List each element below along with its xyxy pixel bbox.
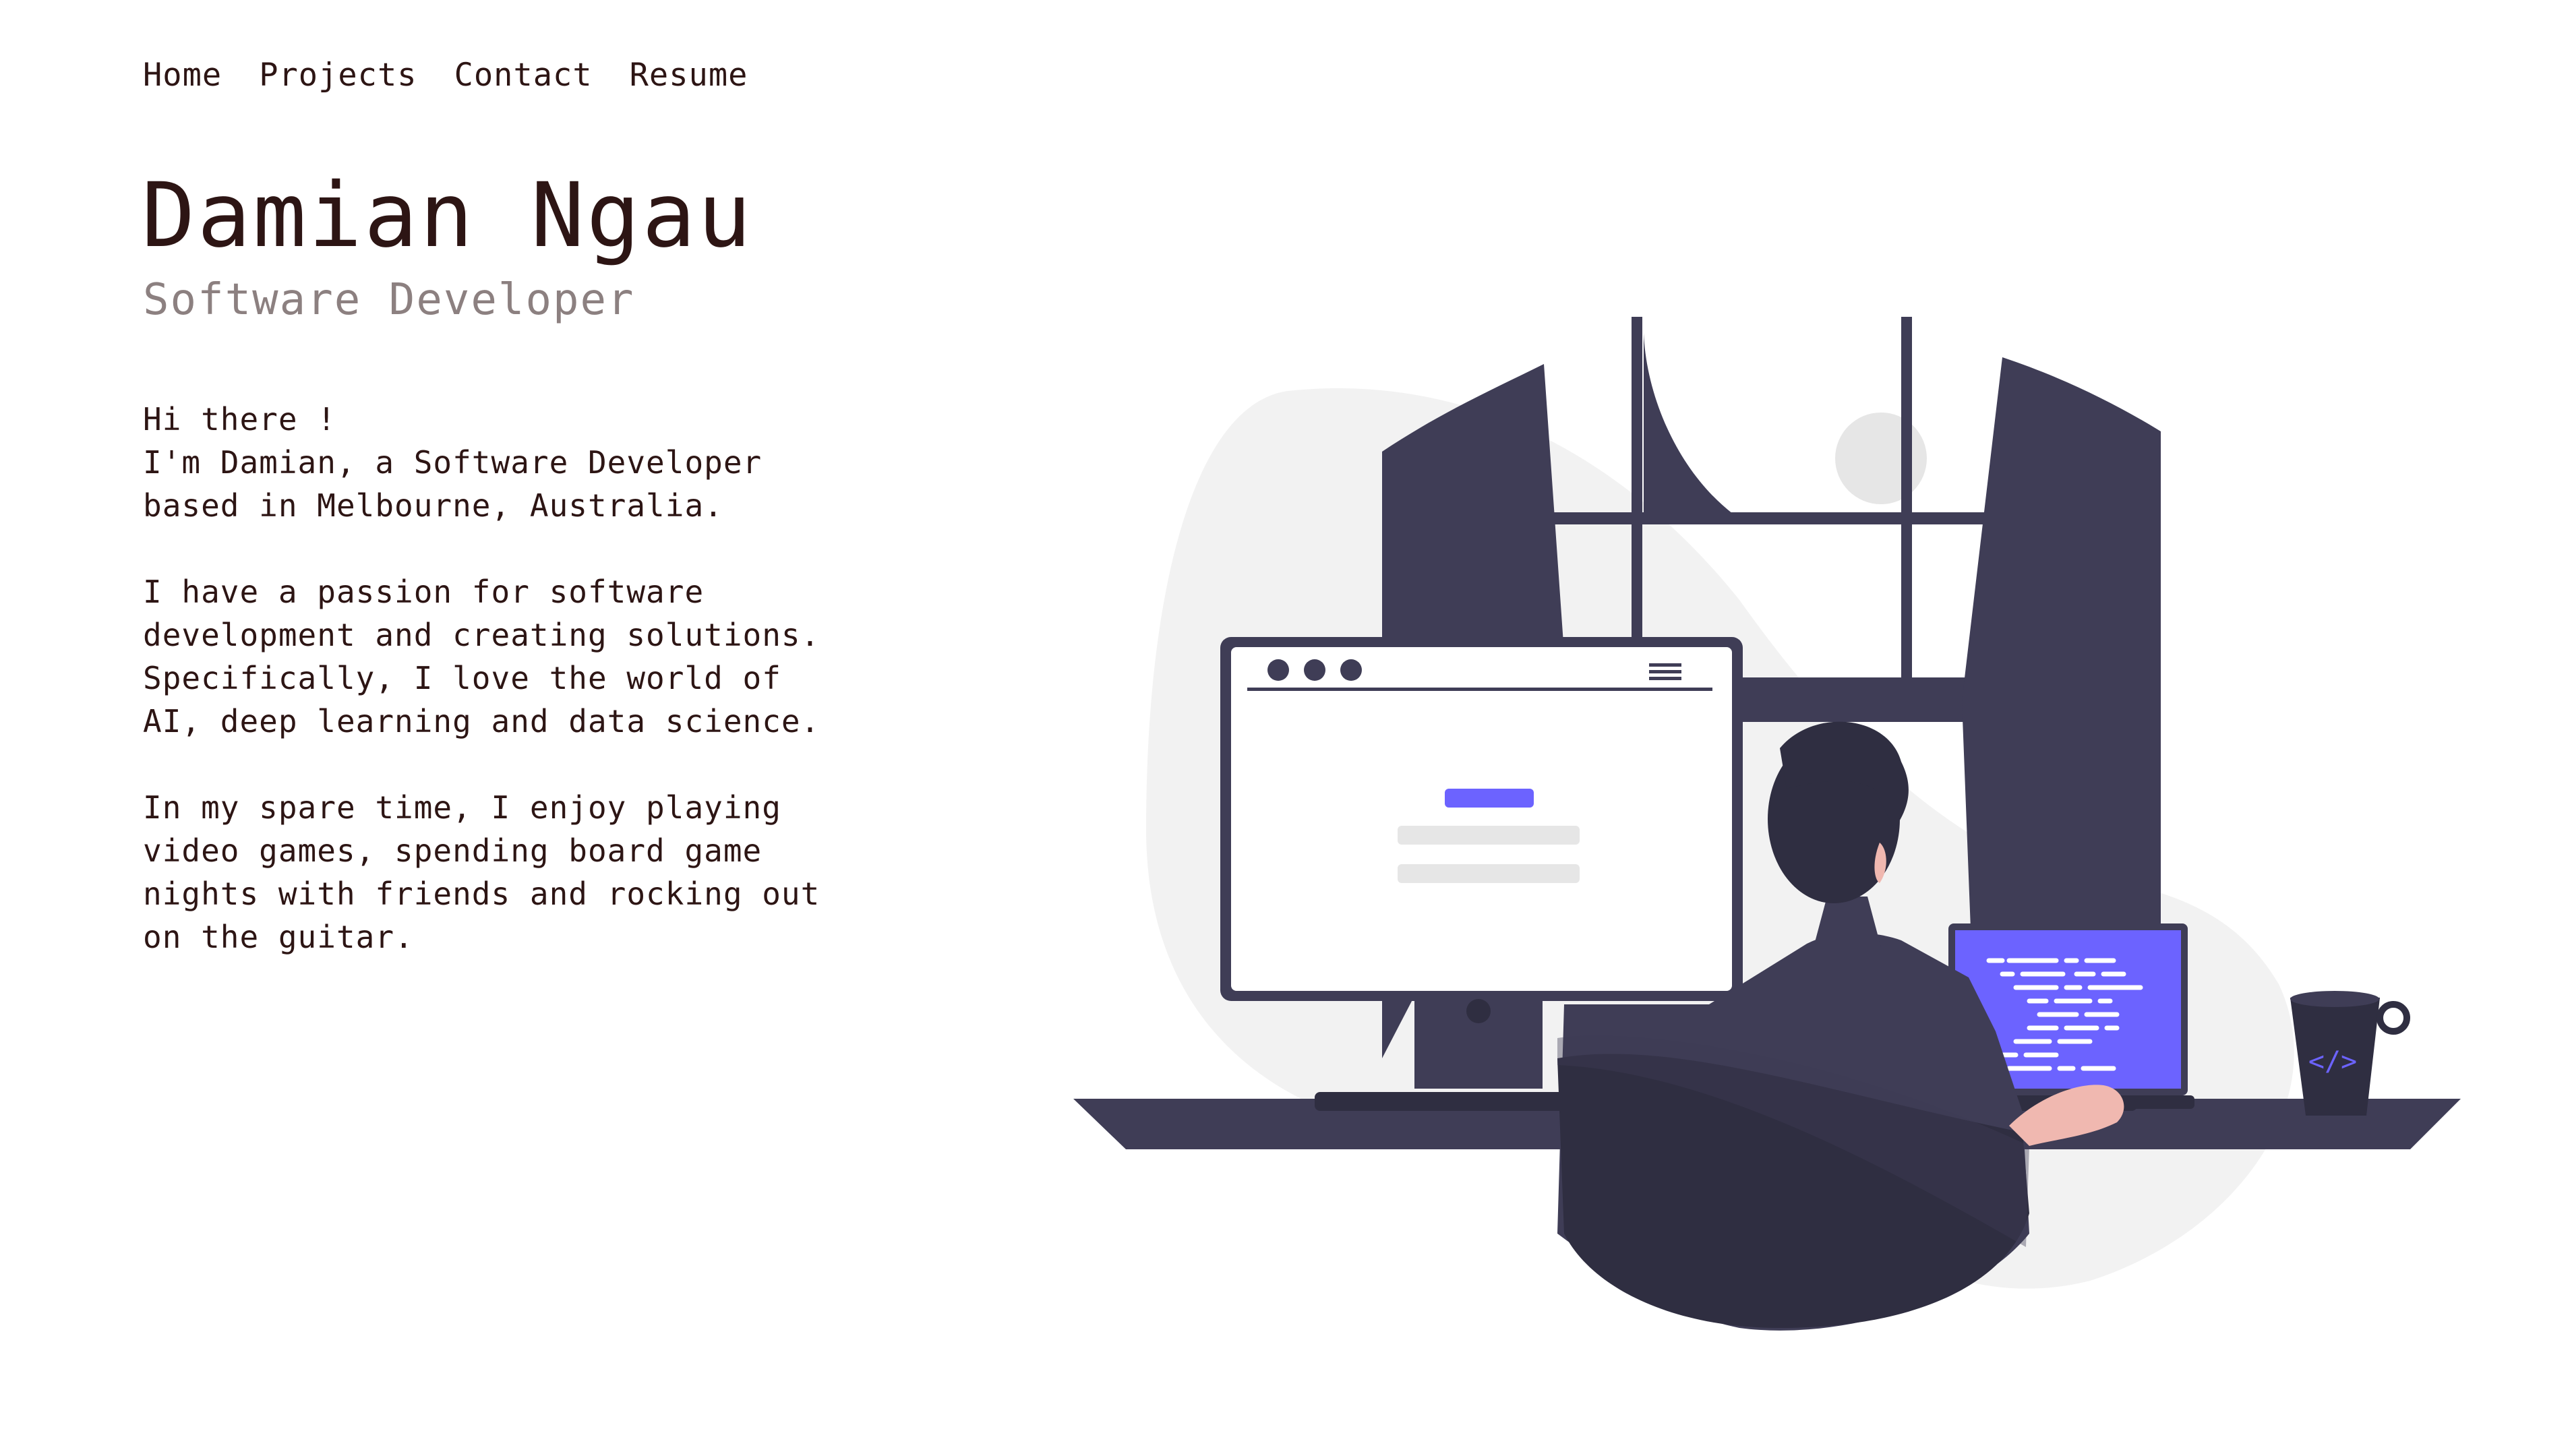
nav-contact-link[interactable]: Contact	[454, 57, 593, 94]
main-nav: Home Projects Contact Resume	[143, 57, 748, 94]
bio-section: Hi there ! I'm Damian, a Software Develo…	[143, 398, 858, 1002]
window-dot-icon	[1304, 659, 1325, 681]
bio-paragraph-passion: I have a passion for software developmen…	[143, 570, 858, 743]
bio-line: AI, deep learning and data science.	[143, 703, 820, 739]
window-dot-icon	[1340, 659, 1362, 681]
bio-paragraph-intro: Hi there ! I'm Damian, a Software Develo…	[143, 398, 858, 527]
bio-line: In my spare time, I enjoy playing	[143, 789, 781, 826]
bio-line: I'm Damian, a Software Developer	[143, 444, 763, 481]
page-title: Damian Ngau	[142, 164, 754, 268]
bio-line: Specifically, I love the world of	[143, 660, 781, 696]
code-symbol-icon: </>	[2308, 1046, 2357, 1077]
developer-at-desk-illustration: </>	[1073, 317, 2461, 1331]
bio-paragraph-hobbies: In my spare time, I enjoy playing video …	[143, 786, 858, 959]
bio-line: based in Melbourne, Australia.	[143, 487, 723, 524]
nav-home-link[interactable]: Home	[143, 57, 222, 94]
bio-line: on the guitar.	[143, 919, 414, 955]
bio-line: Hi there !	[143, 401, 336, 437]
hamburger-menu-icon	[1649, 663, 1681, 680]
bio-line: nights with friends and rocking out	[143, 876, 820, 912]
bio-line: I have a passion for software	[143, 574, 705, 610]
nav-projects-link[interactable]: Projects	[259, 57, 417, 94]
page-subtitle: Software Developer	[143, 275, 635, 325]
bio-line: development and creating solutions.	[143, 617, 820, 653]
nav-resume-link[interactable]: Resume	[630, 57, 748, 94]
bio-line: video games, spending board game	[143, 832, 763, 869]
coffee-mug: </>	[2290, 991, 2410, 1116]
window-dot-icon	[1267, 659, 1289, 681]
